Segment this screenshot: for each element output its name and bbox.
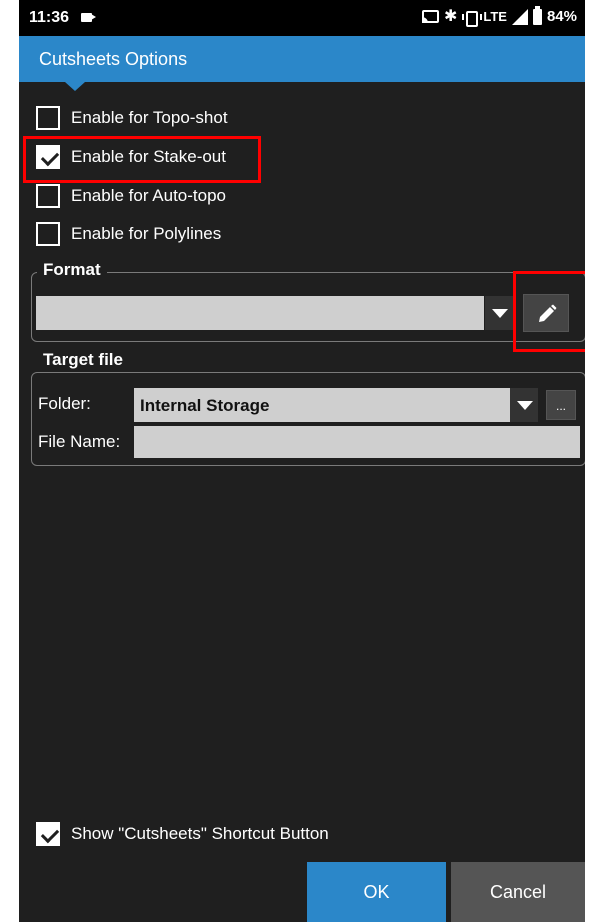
target-file-legend: Target file bbox=[37, 350, 129, 370]
stake-out-checkbox[interactable] bbox=[36, 145, 60, 169]
stake-out-label: Enable for Stake-out bbox=[71, 147, 226, 166]
battery-icon bbox=[532, 5, 542, 25]
network-type: LTE bbox=[483, 9, 507, 24]
ok-button[interactable]: OK bbox=[307, 862, 446, 922]
format-select[interactable] bbox=[36, 296, 484, 330]
title-bar: Cutsheets Options bbox=[19, 36, 585, 91]
battery-level: 84% bbox=[546, 8, 577, 25]
cast-icon bbox=[421, 10, 439, 23]
signal-icon bbox=[511, 8, 528, 25]
show-shortcut-label: Show "Cutsheets" Shortcut Button bbox=[71, 824, 329, 843]
polylines-checkbox[interactable] bbox=[36, 222, 60, 246]
file-name-input[interactable] bbox=[134, 426, 580, 458]
option-show-shortcut[interactable]: Show "Cutsheets" Shortcut Button bbox=[36, 822, 329, 846]
device-screen: 11:36 ✱ LTE 84% Cutsheets Options Enable… bbox=[19, 0, 585, 922]
polylines-label: Enable for Polylines bbox=[71, 224, 222, 243]
bluetooth-icon: ✱ bbox=[443, 7, 458, 25]
topo-shot-label: Enable for Topo-shot bbox=[71, 108, 228, 127]
cancel-button[interactable]: Cancel bbox=[451, 862, 585, 922]
edit-format-button[interactable] bbox=[523, 294, 569, 332]
format-legend: Format bbox=[37, 260, 107, 280]
option-topo-shot[interactable]: Enable for Topo-shot bbox=[36, 106, 228, 130]
page-title: Cutsheets Options bbox=[39, 49, 188, 69]
vibrate-icon bbox=[462, 10, 483, 27]
auto-topo-label: Enable for Auto-topo bbox=[71, 186, 227, 205]
camera-icon bbox=[81, 13, 96, 22]
folder-dropdown-arrow-icon[interactable] bbox=[510, 388, 538, 422]
option-polylines[interactable]: Enable for Polylines bbox=[36, 222, 221, 246]
show-shortcut-checkbox[interactable] bbox=[36, 822, 60, 846]
pencil-icon bbox=[539, 304, 557, 322]
option-stake-out[interactable]: Enable for Stake-out bbox=[36, 145, 226, 169]
folder-select[interactable]: Internal Storage bbox=[134, 388, 510, 422]
status-bar: 11:36 ✱ LTE 84% bbox=[19, 0, 585, 36]
folder-label: Folder: bbox=[38, 394, 91, 413]
topo-shot-checkbox[interactable] bbox=[36, 106, 60, 130]
status-icons: ✱ LTE 84% bbox=[421, 5, 577, 27]
file-name-label: File Name: bbox=[38, 432, 121, 451]
folder-selected-value: Internal Storage bbox=[140, 396, 270, 415]
auto-topo-checkbox[interactable] bbox=[36, 184, 60, 208]
option-auto-topo[interactable]: Enable for Auto-topo bbox=[36, 184, 226, 208]
title-notch bbox=[65, 82, 85, 91]
format-dropdown-arrow-icon[interactable] bbox=[485, 296, 513, 330]
browse-folder-button[interactable]: ... bbox=[546, 390, 576, 420]
status-time: 11:36 bbox=[29, 9, 70, 26]
